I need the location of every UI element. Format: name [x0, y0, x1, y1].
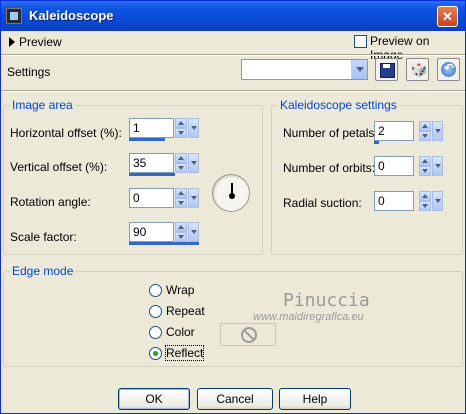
radio-wrap[interactable]: [149, 284, 162, 297]
chevron-down-icon[interactable]: [188, 222, 199, 242]
app-icon: [6, 8, 22, 24]
orbits-label: Number of orbits:: [283, 161, 376, 175]
edge-mode-title: Edge mode: [10, 264, 76, 278]
window-title: Kaleidoscope: [29, 8, 114, 23]
increment-icon[interactable]: [175, 118, 187, 128]
horizontal-offset-spinner[interactable]: 1: [129, 118, 201, 141]
horizontal-offset-slider[interactable]: [129, 138, 165, 141]
decrement-icon[interactable]: [419, 131, 431, 141]
increment-icon[interactable]: [419, 191, 431, 201]
ok-button[interactable]: OK: [118, 388, 190, 410]
edge-color-swatch[interactable]: [220, 323, 276, 346]
watermark-name: Pinuccia: [283, 290, 370, 311]
title-bar[interactable]: Kaleidoscope ✕: [1, 1, 465, 31]
chevron-down-icon[interactable]: [432, 156, 443, 176]
horizontal-offset-input[interactable]: 1: [129, 118, 174, 138]
reset-button[interactable]: ↶: [437, 58, 460, 81]
vertical-offset-slider[interactable]: [129, 173, 175, 176]
chevron-down-icon[interactable]: [432, 191, 443, 211]
chevron-down-icon[interactable]: [188, 153, 199, 173]
preview-row: Preview Preview on Image: [1, 31, 465, 62]
divider: [1, 90, 465, 92]
preview-toggle-label[interactable]: Preview: [19, 35, 62, 49]
decrement-icon[interactable]: [419, 166, 431, 176]
petals-input[interactable]: 2: [374, 121, 414, 141]
radio-label-reflect[interactable]: Reflect: [164, 345, 205, 361]
image-area-title: Image area: [10, 98, 75, 112]
chevron-down-icon[interactable]: [188, 188, 199, 208]
petals-spinner[interactable]: 2: [374, 121, 452, 144]
vertical-offset-spinner[interactable]: 35: [129, 153, 201, 176]
scale-factor-label: Scale factor:: [10, 230, 77, 244]
petals-slider[interactable]: [374, 141, 379, 144]
decrement-icon[interactable]: [175, 128, 187, 138]
dice-icon: 🎲: [410, 61, 428, 77]
watermark-url: www.maidiregrafica.eu: [253, 311, 364, 323]
radio-color[interactable]: [149, 326, 162, 339]
scale-factor-slider[interactable]: [129, 242, 199, 245]
divider: [1, 54, 465, 56]
decrement-icon[interactable]: [419, 201, 431, 211]
radio-reflect[interactable]: [149, 347, 162, 360]
increment-icon[interactable]: [419, 121, 431, 131]
increment-icon[interactable]: [175, 222, 187, 232]
save-preset-button[interactable]: [375, 58, 398, 81]
close-button[interactable]: ✕: [437, 6, 458, 27]
increment-icon[interactable]: [419, 156, 431, 166]
petals-label: Number of petals:: [283, 126, 378, 140]
increment-icon[interactable]: [175, 153, 187, 163]
reset-icon: ↶: [444, 61, 455, 75]
chevron-down-icon[interactable]: [351, 60, 367, 79]
kaleidoscope-dialog: Kaleidoscope ✕ Preview Preview on Image …: [0, 0, 466, 414]
decrement-icon[interactable]: [175, 198, 187, 208]
rotation-angle-label: Rotation angle:: [10, 195, 91, 209]
vertical-offset-label: Vertical offset (%):: [10, 160, 108, 174]
rotation-angle-input[interactable]: 0: [129, 188, 174, 208]
radio-label-color[interactable]: Color: [166, 325, 195, 339]
radial-suction-label: Radial suction:: [283, 196, 362, 210]
kaleidoscope-settings-title: Kaleidoscope settings: [278, 98, 399, 112]
edge-mode-group: Edge mode: [3, 264, 463, 367]
rotation-dial[interactable]: [212, 174, 250, 212]
vertical-offset-input[interactable]: 35: [129, 153, 174, 173]
chevron-down-icon[interactable]: [188, 118, 199, 138]
disabled-icon: [241, 327, 257, 343]
preset-dropdown[interactable]: [241, 59, 368, 80]
radial-suction-input[interactable]: 0: [374, 191, 414, 211]
dial-pivot: [229, 193, 235, 199]
help-button[interactable]: Help: [279, 388, 351, 410]
rotation-angle-spinner[interactable]: 0: [129, 188, 201, 210]
scale-factor-input[interactable]: 90: [129, 222, 174, 242]
orbits-input[interactable]: 0: [374, 156, 414, 176]
decrement-icon[interactable]: [175, 163, 187, 173]
radio-label-wrap[interactable]: Wrap: [166, 283, 194, 297]
scale-factor-spinner[interactable]: 90: [129, 222, 201, 245]
increment-icon[interactable]: [175, 188, 187, 198]
radio-repeat[interactable]: [149, 305, 162, 318]
decrement-icon[interactable]: [175, 232, 187, 242]
chevron-down-icon[interactable]: [432, 121, 443, 141]
orbits-spinner[interactable]: 0: [374, 156, 452, 178]
preview-on-image-checkbox[interactable]: [354, 35, 367, 48]
horizontal-offset-label: Horizontal offset (%):: [10, 126, 122, 140]
expand-arrow-icon[interactable]: [9, 37, 15, 47]
cancel-button[interactable]: Cancel: [197, 388, 273, 410]
radial-suction-spinner[interactable]: 0: [374, 191, 452, 213]
randomize-button[interactable]: 🎲: [406, 58, 429, 81]
radio-label-repeat[interactable]: Repeat: [166, 304, 205, 318]
settings-label: Settings: [7, 65, 51, 79]
